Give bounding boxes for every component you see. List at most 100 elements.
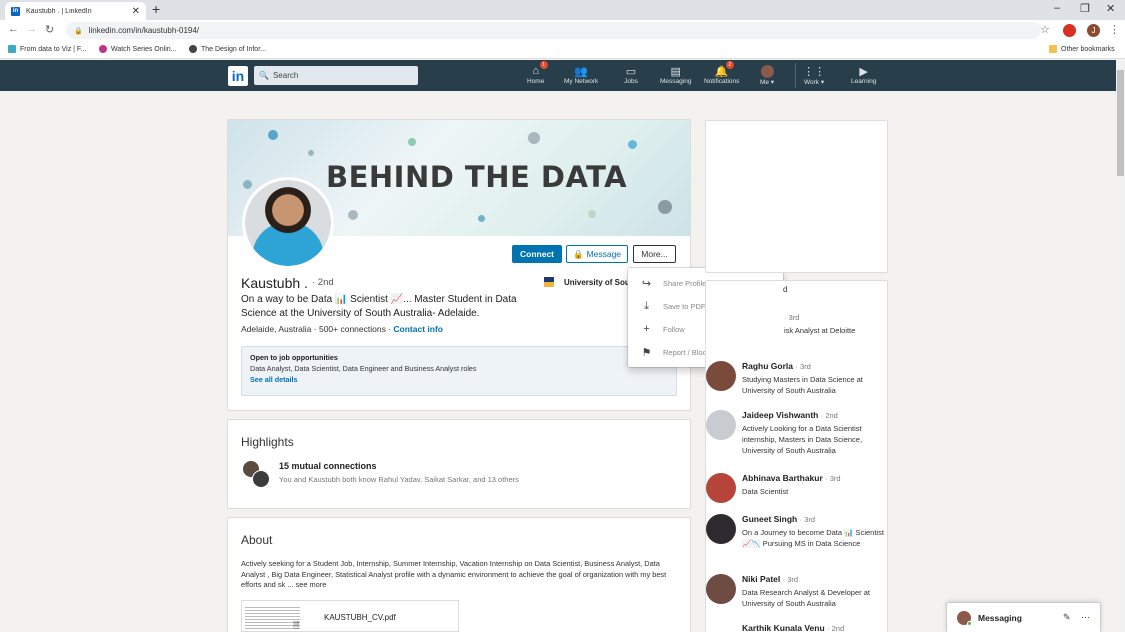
bookmark-item[interactable]: Watch Series Onlin... bbox=[99, 45, 177, 53]
bookmark-favicon-icon bbox=[8, 45, 16, 53]
cv-filename: KAUSTUBH_CV.pdf bbox=[324, 613, 396, 622]
bookmark-favicon-icon bbox=[189, 45, 197, 53]
home-icon: ⌂ 1 bbox=[528, 61, 548, 78]
url-field[interactable]: 🔒 linkedin.com/in/kaustubh-0194/ bbox=[66, 22, 1041, 39]
person-degree: · 3rd bbox=[784, 313, 800, 322]
see-all-details-link[interactable]: See all details bbox=[250, 375, 668, 384]
online-status-icon bbox=[967, 621, 972, 626]
person-desc: Actively Looking for a Data Scientist in… bbox=[742, 424, 863, 455]
nav-jobs[interactable]: ▭ Jobs bbox=[623, 64, 639, 86]
bookmark-label: Watch Series Onlin... bbox=[111, 45, 177, 53]
new-tab-button[interactable]: + bbox=[152, 1, 160, 17]
nav-work[interactable]: ⋮⋮ Work ▾ bbox=[803, 64, 826, 87]
ad-card bbox=[705, 120, 888, 273]
network-icon: 👥 bbox=[574, 65, 588, 78]
nav-home[interactable]: ⌂ 1 Home bbox=[527, 61, 548, 85]
nav-label: Jobs bbox=[624, 78, 638, 85]
mutual-connections-sub: You and Kaustubh both know Rahul Yadav, … bbox=[279, 475, 519, 484]
banner-text: BEHIND THE DATA bbox=[326, 160, 628, 194]
nav-label: Me ▾ bbox=[759, 79, 775, 86]
bookmark-item[interactable]: From data to Viz | F... bbox=[8, 45, 86, 53]
about-text: Actively seeking for a Student Job, Inte… bbox=[241, 559, 681, 591]
person-desc: isk Analyst at Deloitte bbox=[784, 326, 856, 335]
about-title: About bbox=[241, 533, 273, 547]
person-avatar bbox=[706, 473, 736, 503]
linkedin-logo-icon[interactable]: in bbox=[228, 66, 248, 86]
flag-icon: ⚑ bbox=[641, 347, 652, 359]
nav-my-network[interactable]: 👥 My Network bbox=[564, 64, 598, 86]
nav-me[interactable]: Me ▾ bbox=[759, 64, 775, 86]
search-placeholder: Search bbox=[272, 71, 299, 80]
education-entry[interactable]: University of Sou bbox=[544, 277, 630, 287]
tab-close-icon[interactable]: ✕ bbox=[132, 6, 140, 17]
minimize-icon[interactable]: – bbox=[1054, 2, 1060, 14]
dropdown-follow[interactable]: + Follow bbox=[640, 323, 685, 335]
see-more-link[interactable]: ... see more bbox=[287, 580, 326, 589]
person-degree: · 2nd bbox=[827, 624, 845, 632]
home-badge: 1 bbox=[539, 61, 548, 69]
browser-tab[interactable]: in Kaustubh . | LinkedIn ✕ bbox=[5, 2, 146, 20]
linkedin-nav-bar: in 🔍 Search ⌂ 1 Home 👥 My Network ▭ Jobs … bbox=[0, 60, 1116, 91]
more-button[interactable]: More... bbox=[633, 245, 676, 263]
location-text: Adelaide, Australia · 500+ connections · bbox=[241, 324, 392, 334]
back-icon[interactable]: ← bbox=[8, 23, 19, 35]
connection-degree: · 2nd bbox=[312, 277, 334, 288]
profile-avatar-icon[interactable]: J bbox=[1087, 24, 1100, 37]
dropdown-item-label: Follow bbox=[663, 324, 685, 334]
person-degree: · 2nd bbox=[820, 411, 838, 420]
scrollbar-thumb[interactable] bbox=[1117, 70, 1124, 176]
person-name: Guneet Singh · 3rd bbox=[742, 514, 816, 524]
play-icon: ▶ bbox=[859, 65, 868, 78]
plus-icon: + bbox=[643, 323, 650, 335]
grid-icon: ⋮⋮ bbox=[803, 65, 826, 78]
person-name: Raghu Gorla · 3rd bbox=[742, 361, 811, 371]
search-input[interactable]: 🔍 Search bbox=[254, 66, 418, 85]
nav-messaging[interactable]: ▤ Messaging bbox=[660, 64, 691, 86]
dropdown-item-label: Report / Block bbox=[663, 348, 711, 357]
close-window-icon[interactable]: ✕ bbox=[1106, 2, 1115, 15]
university-logo-icon bbox=[544, 277, 554, 287]
dropdown-save-pdf[interactable]: ⤓ Save to PDF bbox=[640, 300, 705, 313]
bookmark-star-icon[interactable]: ☆ bbox=[1040, 23, 1050, 36]
bookmarks-bar: From data to Viz | F... Watch Series Onl… bbox=[0, 41, 1125, 59]
bookmark-favicon-icon bbox=[99, 45, 107, 53]
nav-notifications[interactable]: 🔔 2 Notifications bbox=[704, 61, 740, 85]
cv-attachment[interactable]: 🗎 KAUSTUBH_CV.pdf bbox=[241, 600, 459, 632]
other-bookmarks[interactable]: Other bookmarks bbox=[1049, 45, 1115, 53]
job-box-roles: Data Analyst, Data Scientist, Data Engin… bbox=[250, 364, 477, 373]
nav-label: Work ▾ bbox=[804, 79, 825, 86]
restore-icon[interactable]: ❐ bbox=[1080, 2, 1090, 15]
person-name: Abhinava Barthakur · 3rd bbox=[742, 473, 841, 483]
briefcase-icon: ▭ bbox=[625, 65, 637, 78]
profile-avatar[interactable] bbox=[242, 177, 334, 269]
message-button[interactable]: 🔒 Message bbox=[566, 245, 628, 263]
browser-menu-icon[interactable]: ⋮ bbox=[1109, 23, 1120, 36]
url-text: linkedin.com/in/kaustubh-0194/ bbox=[88, 26, 200, 35]
contact-info-link[interactable]: Contact info bbox=[393, 324, 443, 334]
browser-tab-bar: in Kaustubh . | LinkedIn ✕ + – ❐ ✕ bbox=[0, 0, 1125, 20]
connect-button[interactable]: Connect bbox=[512, 245, 562, 263]
nav-label: Learning bbox=[851, 78, 877, 85]
person-desc: Data Research Analyst & Developer at Uni… bbox=[742, 588, 870, 608]
share-icon: ↪ bbox=[641, 278, 652, 290]
address-bar-row: ← → ↻ 🔒 linkedin.com/in/kaustubh-0194/ ☆… bbox=[0, 20, 1125, 41]
mutual-connections-title[interactable]: 15 mutual connections bbox=[279, 461, 377, 471]
more-options-icon[interactable]: ⋯ bbox=[1081, 612, 1090, 623]
page-scrollbar[interactable] bbox=[1116, 60, 1125, 632]
extension-icon[interactable] bbox=[1063, 24, 1076, 37]
forward-icon[interactable]: → bbox=[26, 23, 37, 35]
other-bookmarks-label: Other bookmarks bbox=[1061, 45, 1115, 53]
bookmark-item[interactable]: The Design of Infor... bbox=[189, 45, 266, 53]
tab-title: Kaustubh . | LinkedIn bbox=[26, 7, 92, 15]
nav-label: Notifications bbox=[704, 78, 740, 85]
mutual-avatars[interactable] bbox=[242, 460, 274, 490]
profile-location-line: Adelaide, Australia · 500+ connections ·… bbox=[241, 324, 443, 334]
search-icon: 🔍 bbox=[259, 71, 269, 80]
person-desc: Data Scientist bbox=[742, 487, 789, 496]
messaging-overlay[interactable]: Messaging ✎ ⋯ bbox=[946, 602, 1101, 632]
reload-icon[interactable]: ↻ bbox=[45, 23, 54, 36]
dropdown-report-block[interactable]: ⚑ Report / Block bbox=[640, 346, 711, 359]
nav-learning[interactable]: ▶ Learning bbox=[851, 64, 877, 86]
compose-icon[interactable]: ✎ bbox=[1063, 612, 1071, 623]
nav-label: Home bbox=[527, 78, 545, 85]
